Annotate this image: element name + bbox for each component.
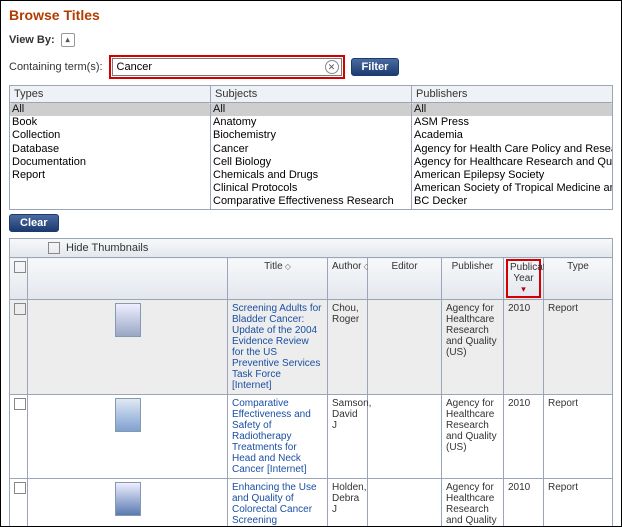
col-select-all[interactable] [10,258,28,300]
book-thumb-icon [115,398,141,432]
view-by-label: View By: [9,34,55,46]
clear-button[interactable]: Clear [9,214,59,232]
col-type[interactable]: Type [544,258,613,300]
facet-publishers: Publishers AllASM PressAcademiaAgency fo… [412,86,612,209]
table-row: Enhancing the Use and Quality of Colorec… [10,479,613,527]
results-toolbar: Hide Thumbnails [9,238,613,257]
search-input[interactable] [115,60,325,74]
row-checkbox[interactable] [14,398,26,410]
book-thumb-icon [115,303,141,337]
filter-button[interactable]: Filter [351,58,400,76]
author-cell: Holden, Debra J [328,479,368,527]
page-title: Browse Titles [9,7,613,23]
facets: Types AllBookCollectionDatabaseDocumenta… [9,85,613,210]
row-checkbox[interactable] [14,303,26,315]
facet-subjects-header: Subjects [211,86,411,103]
table-row: Comparative Effectiveness and Safety of … [10,395,613,479]
publishers-select[interactable]: AllASM PressAcademiaAgency for Health Ca… [412,103,612,209]
pubyear-cell: 2010 [504,395,544,479]
facet-types: Types AllBookCollectionDatabaseDocumenta… [10,86,211,209]
facet-publishers-header: Publishers [412,86,612,103]
search-input-wrap: ✕ [112,58,342,76]
row-checkbox[interactable] [14,482,26,494]
col-title[interactable]: Title◇ [228,258,328,300]
type-cell: Report [544,300,613,395]
title-link[interactable]: Screening Adults for Bladder Cancer: Upd… [232,303,322,391]
facet-types-header: Types [10,86,210,103]
hide-thumbnails-label: Hide Thumbnails [66,242,148,254]
col-publisher[interactable]: Publisher [442,258,504,300]
book-thumb-icon [115,482,141,516]
search-row: Containing term(s): ✕ Filter [9,55,613,79]
publisher-cell: Agency for Healthcare Research and Quali… [442,300,504,395]
type-cell: Report [544,479,613,527]
publisher-cell: Agency for Healthcare Research and Quali… [442,479,504,527]
browse-titles-page: Browse Titles View By: ▴ Containing term… [0,0,622,527]
types-select[interactable]: AllBookCollectionDatabaseDocumentationRe… [10,103,210,209]
facet-subjects: Subjects AllAnatomyBiochemistryCancerCel… [211,86,412,209]
type-cell: Report [544,395,613,479]
author-cell: Samson, David J [328,395,368,479]
editor-cell [368,395,442,479]
title-link[interactable]: Comparative Effectiveness and Safety of … [232,398,311,475]
containing-terms-label: Containing term(s): [9,61,103,73]
col-editor[interactable]: Editor [368,258,442,300]
col-pubyear[interactable]: Publication Year ▾ [504,258,544,300]
pubyear-cell: 2010 [504,479,544,527]
view-by-row: View By: ▴ [9,33,613,47]
pubyear-cell: 2010 [504,300,544,395]
search-highlight: ✕ [109,55,345,79]
author-cell: Chou, Roger [328,300,368,395]
publisher-cell: Agency for Healthcare Research and Quali… [442,395,504,479]
col-thumb [28,258,228,300]
clear-row: Clear [9,214,613,232]
title-link[interactable]: Enhancing the Use and Quality of Colorec… [232,482,317,526]
editor-cell [368,300,442,395]
hide-thumbnails-checkbox[interactable] [48,242,60,254]
view-by-toggle[interactable]: ▴ [61,33,75,47]
subjects-select[interactable]: AllAnatomyBiochemistryCancerCell Biology… [211,103,411,209]
clear-search-icon[interactable]: ✕ [325,60,339,74]
table-row: Screening Adults for Bladder Cancer: Upd… [10,300,613,395]
results-table: Title◇ Author◇ Editor Publisher Publicat… [9,257,613,527]
editor-cell [368,479,442,527]
col-author[interactable]: Author◇ [328,258,368,300]
